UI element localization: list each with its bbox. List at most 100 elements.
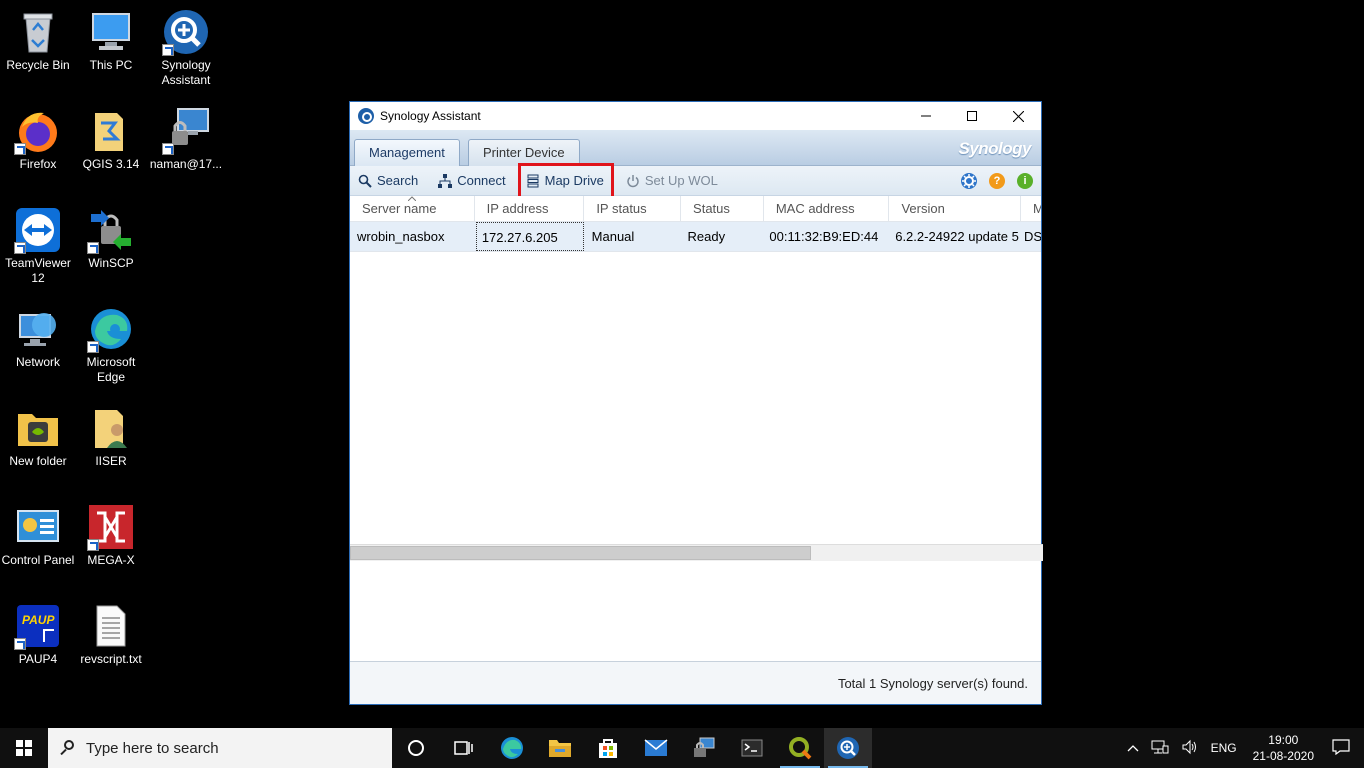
text-file-icon [87, 602, 135, 650]
desktop-icon-teamviewer[interactable]: TeamViewer 12 [0, 206, 76, 286]
taskbar-search-box[interactable]: Type here to search [48, 728, 392, 768]
store-icon [599, 739, 617, 758]
taskbar-file-explorer[interactable] [536, 728, 584, 768]
task-view-button[interactable] [440, 728, 488, 768]
desktop-icon-edge[interactable]: Microsoft Edge [73, 305, 149, 385]
close-button[interactable] [995, 102, 1041, 130]
desktop-icon-network[interactable]: Network [0, 305, 76, 370]
network-tray-icon[interactable] [1151, 739, 1169, 758]
desktop-icon-naman-remote[interactable]: naman@17... [148, 107, 224, 172]
column-header-model[interactable]: M [1021, 196, 1041, 221]
qgis-folder-icon [87, 107, 135, 155]
desktop-icon-label: PAUP4 [18, 652, 58, 666]
status-bar: Total 1 Synology server(s) found. [350, 661, 1041, 704]
user-folder-icon [87, 404, 135, 452]
cortana-button[interactable] [392, 728, 440, 768]
synology-assistant-icon [162, 8, 210, 56]
close-icon [1012, 110, 1024, 122]
taskbar-synology-assistant[interactable] [824, 728, 872, 768]
connect-button[interactable]: Connect [438, 169, 506, 193]
taskbar-terminal[interactable] [728, 728, 776, 768]
folder-icon [14, 404, 62, 452]
power-icon [626, 174, 640, 188]
show-hidden-icons-chevron-up-icon[interactable] [1127, 741, 1139, 755]
column-header-server-name[interactable]: Server name [350, 196, 475, 221]
edge-icon [87, 305, 135, 353]
desktop-icon-mega-x[interactable]: MEGA-X [73, 503, 149, 568]
tab-bar: Management Printer Device Synology [350, 130, 1041, 167]
computer-icon [87, 8, 135, 56]
column-header-label: Server name [362, 201, 437, 216]
desktop-icon-label: IISER [95, 454, 127, 468]
qgis-icon [789, 737, 812, 760]
remote-connection-icon [162, 107, 210, 155]
desktop-icon-label: QGIS 3.14 [82, 157, 140, 171]
table-row[interactable]: wrobin_nasbox 172.27.6.205 Manual Ready … [350, 222, 1041, 252]
settings-gear-icon[interactable] [961, 173, 977, 189]
desktop-icon-label: naman@17... [149, 157, 223, 171]
taskbar-edge[interactable] [488, 728, 536, 768]
column-header-status[interactable]: Status [681, 196, 764, 221]
shortcut-arrow-icon [87, 539, 99, 551]
clock[interactable]: 19:00 21-08-2020 [1253, 732, 1314, 764]
start-button[interactable] [0, 728, 48, 768]
minimize-icon [921, 115, 931, 117]
setup-wol-button[interactable]: Set Up WOL [626, 169, 718, 193]
desktop-icon-revscript[interactable]: revscript.txt [73, 602, 149, 667]
taskbar-microsoft-store[interactable] [584, 728, 632, 768]
tab-management[interactable]: Management [354, 139, 460, 167]
desktop-icon-qgis[interactable]: QGIS 3.14 [73, 107, 149, 172]
search-button-label: Search [377, 173, 419, 188]
desktop-icon-firefox[interactable]: Firefox [0, 107, 76, 172]
map-drive-button[interactable]: Map Drive [517, 162, 614, 199]
scrollbar-thumb[interactable] [350, 546, 811, 560]
desktop-icon-label: Microsoft Edge [86, 355, 136, 384]
volume-icon[interactable] [1181, 739, 1199, 758]
desktop-icon-paup4[interactable]: PAUP PAUP4 [0, 602, 76, 667]
column-header-mac-address[interactable]: MAC address [764, 196, 890, 221]
desktop-icon-label: Recycle Bin [6, 58, 70, 72]
synology-logo: Synology [958, 139, 1031, 158]
horizontal-scrollbar[interactable] [350, 544, 1043, 561]
taskbar-mail[interactable] [632, 728, 680, 768]
shortcut-arrow-icon [162, 44, 174, 56]
desktop-icon-label: WinSCP [88, 256, 134, 270]
toolbar: Search Connect Map Drive Set Up WOL ? i [350, 162, 1041, 199]
taskbar-remote-desktop[interactable] [680, 728, 728, 768]
info-icon[interactable]: i [1017, 173, 1033, 189]
desktop-icon-new-folder[interactable]: New folder [0, 404, 76, 469]
taskbar: Type here to search ENG 19:00 21-08-2020 [0, 728, 1364, 768]
desktop-icon-label: Network [15, 355, 60, 369]
network-connect-icon [438, 173, 453, 188]
desktop-icon-control-panel[interactable]: Control Panel [0, 503, 76, 568]
notifications-icon[interactable] [1332, 738, 1350, 758]
help-icon[interactable]: ? [989, 173, 1005, 189]
paup-icon: PAUP [14, 602, 62, 650]
taskbar-qgis[interactable] [776, 728, 824, 768]
network-icon [14, 305, 62, 353]
search-button[interactable]: Search [358, 169, 418, 193]
window-title: Synology Assistant [380, 109, 481, 123]
column-header-ip-address[interactable]: IP address [475, 196, 585, 221]
shortcut-arrow-icon [87, 242, 99, 254]
desktop-icon-label: New folder [9, 454, 67, 468]
connect-button-label: Connect [457, 173, 506, 188]
desktop-icon-label: Synology Assistant [161, 58, 211, 87]
desktop-icon-winscp[interactable]: WinSCP [73, 206, 149, 271]
desktop-icon-recycle-bin[interactable]: Recycle Bin [0, 8, 76, 73]
minimize-button[interactable] [903, 102, 949, 130]
column-header-version[interactable]: Version [889, 196, 1022, 221]
control-panel-icon [14, 503, 62, 551]
desktop-icon-iiser[interactable]: IISER [73, 404, 149, 469]
desktop-icon-label: MEGA-X [87, 553, 135, 567]
column-header-ip-status[interactable]: IP status [584, 196, 682, 221]
desktop-icon-label: Firefox [19, 157, 57, 171]
maximize-button[interactable] [949, 102, 995, 130]
window-titlebar[interactable]: Synology Assistant [350, 102, 1041, 130]
recycle-bin-icon [14, 8, 62, 56]
language-indicator[interactable]: ENG [1211, 741, 1237, 755]
taskbar-search-placeholder: Type here to search [86, 739, 219, 757]
desktop-icon-this-pc[interactable]: This PC [73, 8, 149, 73]
system-tray: ENG 19:00 21-08-2020 [1121, 728, 1364, 768]
desktop-icon-synology-assistant[interactable]: Synology Assistant [148, 8, 224, 88]
